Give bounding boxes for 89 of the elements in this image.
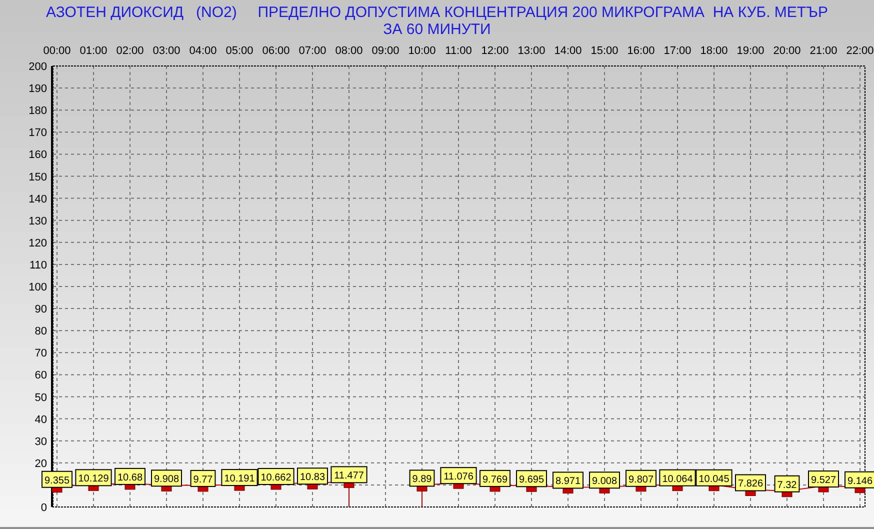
axis-label: 40	[34, 414, 47, 426]
data-label: 10.191	[224, 474, 256, 485]
axis-label: 18:00	[700, 45, 728, 57]
axis-label: 22:00	[846, 45, 874, 57]
data-label: 11.477	[334, 470, 364, 482]
axis-label: 180	[28, 105, 47, 118]
axis-label: 04:00	[189, 45, 217, 57]
data-label: 10.662	[260, 472, 292, 484]
data-label: 9.355	[44, 475, 70, 486]
data-label: 9.769	[482, 474, 508, 486]
axis-label: 150	[28, 171, 47, 184]
axis-label: 09:00	[372, 45, 400, 57]
data-label: 10.68	[114, 468, 146, 485]
data-label: 9.908	[154, 474, 180, 486]
data-label: 9.527	[810, 474, 836, 486]
axis-label: 20	[34, 458, 47, 470]
data-label: 9.527	[808, 470, 839, 488]
data-label: 9.908	[151, 470, 182, 487]
data-label: 9.807	[626, 470, 656, 487]
data-label: 10.064	[659, 469, 696, 486]
data-label: 9.146	[847, 476, 873, 487]
chart-title: АЗОТЕН ДИОКСИД (NO2) ПРЕДЕЛНО ДОПУСТИМА КОНЦЕНТРАЦИЯ 200 МИКРОГРАМА НА КУБ. МЕТЪР	[46, 4, 828, 21]
data-label: 10.83	[297, 468, 328, 485]
data-label: 10.045	[696, 469, 732, 486]
data-label: 9.807	[628, 474, 654, 486]
data-label: 10.129	[75, 469, 112, 486]
axis-label: 200	[28, 61, 47, 73]
data-label: 9.89	[412, 474, 432, 486]
axis-label: 16:00	[627, 45, 655, 57]
data-label: 9.695	[516, 470, 547, 488]
axis-label: 21:00	[810, 45, 838, 57]
axis-label: 10:00	[408, 45, 436, 57]
data-label: 7.32	[777, 480, 798, 491]
data-label: 9.89	[409, 470, 435, 487]
data-label: 9.355	[42, 470, 72, 488]
axis-label: 05:00	[226, 45, 254, 57]
axis-label: 19:00	[736, 45, 764, 57]
data-label: 9.146	[844, 471, 874, 488]
data-label: 10.129	[78, 474, 110, 485]
axis-label: 07:00	[298, 45, 326, 57]
axis-label: 20:00	[773, 45, 801, 57]
data-label: 10.68	[117, 472, 143, 484]
axis-label: 12:00	[481, 45, 509, 57]
data-label: 10.662	[258, 468, 294, 485]
axis-label: 00:00	[43, 45, 71, 57]
data-label: 9.77	[193, 474, 214, 486]
data-label: 9.008	[589, 472, 620, 489]
data-label: 9.769	[480, 470, 510, 487]
axis-label: 08:00	[335, 45, 363, 57]
data-label: 11.477	[330, 466, 368, 484]
axis-label: 30	[34, 436, 47, 448]
axis-label: 03:00	[152, 45, 180, 57]
axis-label: 60	[34, 370, 47, 382]
data-label: 9.008	[592, 476, 618, 488]
axis-label: 13:00	[518, 45, 546, 57]
data-label: 11.076	[444, 472, 474, 483]
axis-label: 50	[34, 392, 47, 404]
data-label: 7.32	[774, 475, 800, 492]
chart-subtitle: ЗА 60 МИНУТИ	[383, 21, 491, 38]
data-label: 10.83	[300, 472, 326, 484]
axis-label: 110	[29, 259, 47, 272]
axis-label: 11:00	[445, 45, 472, 57]
data-label: 8.971	[555, 476, 581, 488]
axis-label: 140	[28, 193, 47, 206]
data-label: 8.971	[552, 472, 584, 489]
axis-label: 160	[28, 149, 47, 162]
data-label: 10.045	[698, 474, 730, 485]
axis-label: 15:00	[590, 45, 618, 57]
data-label: 10.064	[662, 474, 694, 485]
axis-label: 100	[28, 282, 47, 294]
data-label: 10.191	[221, 469, 258, 486]
axis-label: 02:00	[116, 45, 144, 57]
data-label: 9.695	[518, 474, 544, 486]
axis-label: 0	[40, 502, 47, 514]
axis-label: 06:00	[262, 45, 290, 57]
data-label: 9.77	[190, 470, 216, 487]
axis-label: 170	[28, 127, 47, 140]
axis-label: 130	[28, 215, 47, 228]
data-label: 11.076	[440, 467, 477, 484]
axis-label: 90	[34, 304, 47, 316]
data-label: 7.826	[738, 478, 764, 490]
axis-label: 17:00	[664, 45, 692, 57]
axis-label: 190	[28, 83, 47, 96]
axis-label: 14:00	[554, 45, 582, 57]
axis-label: 120	[28, 237, 47, 250]
data-label: 7.826	[735, 474, 766, 492]
axis-label: 70	[34, 348, 47, 360]
axis-label: 80	[34, 326, 47, 338]
axis-label: 01:00	[80, 45, 108, 57]
